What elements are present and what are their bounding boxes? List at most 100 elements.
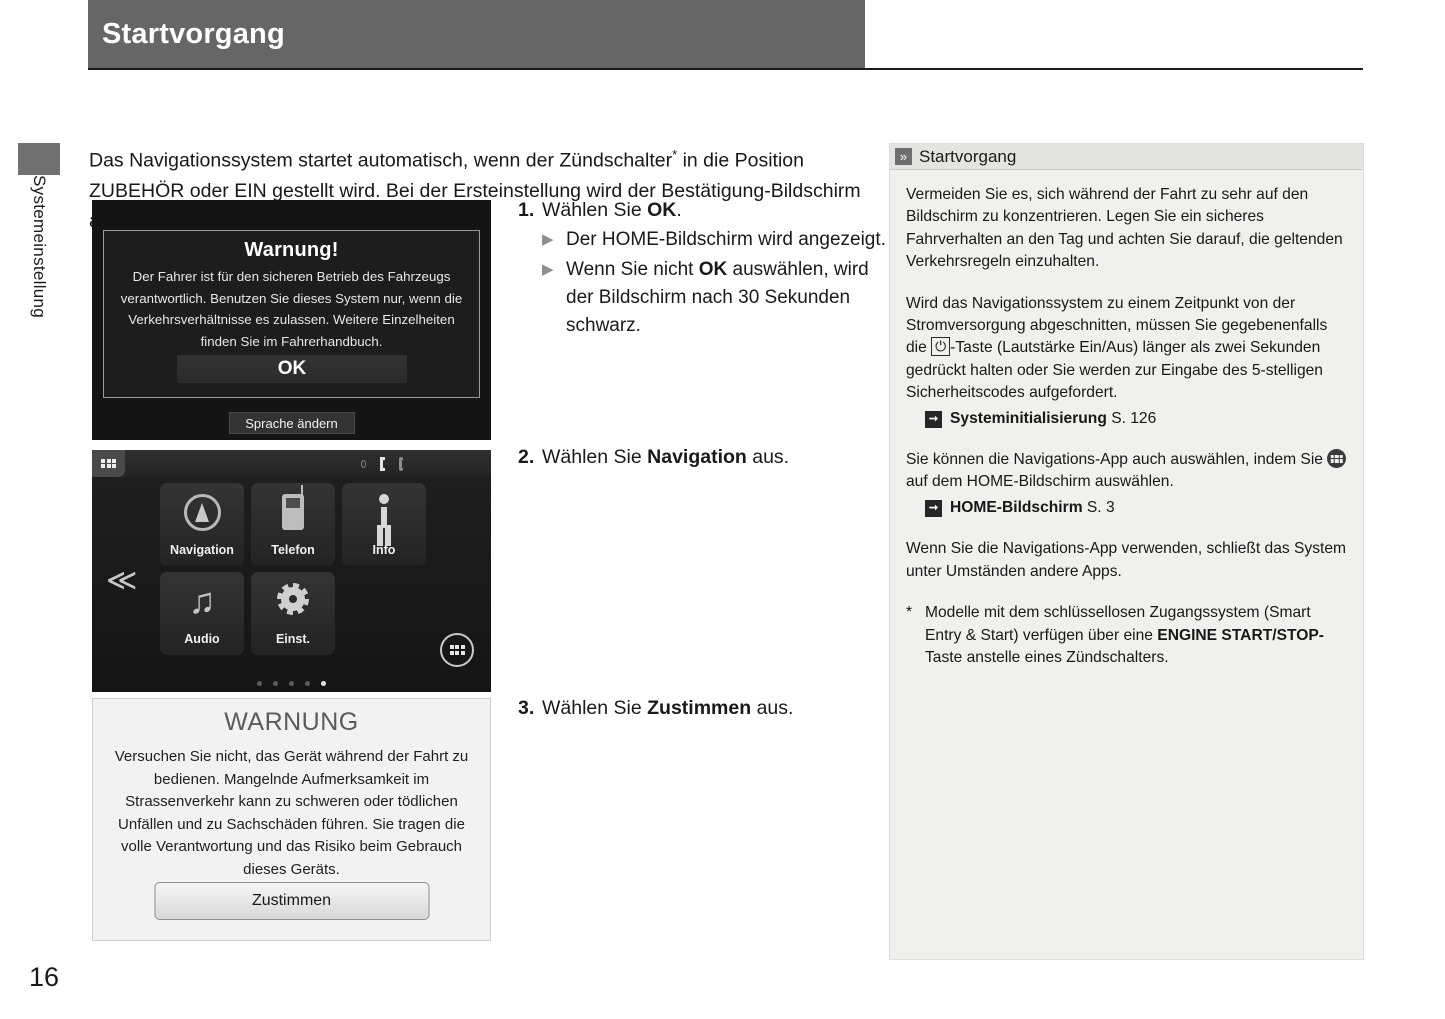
side-panel-body: Vermeiden Sie es, sich während der Fahrt…: [890, 170, 1363, 669]
tile-telefon[interactable]: Telefon: [251, 483, 335, 566]
warning-dialog-title: Warnung!: [244, 239, 339, 261]
page-dot[interactable]: [257, 681, 262, 686]
status-icon-group: [361, 450, 491, 477]
ok-button-label: OK: [277, 358, 307, 379]
page-number: 16: [29, 962, 60, 992]
panel-reference-2-text: HOME-Bildschirm S. 3: [950, 497, 1115, 519]
bluetooth-icon: [398, 456, 404, 471]
step-1-substep-2-bold: OK: [698, 259, 728, 280]
chapter-tab-text: Systemeinstellung: [30, 175, 49, 319]
panel-paragraph-1: Vermeiden Sie es, sich während der Fahrt…: [906, 186, 1343, 271]
tile-einstellungen[interactable]: Einst.: [251, 572, 335, 655]
panel-paragraph-3-post: auf dem HOME-Bildschirm auswählen.: [906, 473, 1174, 491]
panel-footnote: * Modelle mit dem schlüssellosen Zugangs…: [906, 602, 1347, 669]
tile-audio-label: Audio: [184, 632, 220, 646]
panel-reference-2[interactable]: ➞ HOME-Bildschirm S. 3: [925, 497, 1347, 519]
step-2-main: 2. Wählen Sie Navigation aus.: [518, 443, 888, 471]
power-button-icon: [931, 337, 951, 357]
panel-reference-2-page: S. 3: [1082, 498, 1115, 516]
page-dot[interactable]: [273, 681, 278, 686]
intro-line1-a: Das Navigationssystem startet automatisc…: [89, 149, 673, 172]
side-info-panel: » Startvorgang Vermeiden Sie es, sich wä…: [889, 143, 1364, 960]
step-3-text: Wählen Sie Zustimmen aus.: [542, 694, 793, 722]
step-2-text-post: aus.: [746, 446, 790, 468]
home-tile-grid: Navigation Telefon Info ♫ Audio Einst.: [160, 483, 426, 655]
panel-footnote-bold: ENGINE START/STOP-: [1157, 626, 1324, 644]
step-1-text-pre: Wählen Sie: [542, 199, 648, 221]
home-page-dots[interactable]: [92, 681, 491, 686]
chapter-tab-marker: [18, 143, 60, 175]
info-icon: [342, 494, 426, 528]
step-1-substep-1-pre: Der HOME-Bildschirm wird angezeigt.: [566, 229, 886, 250]
step-3: 3. Wählen Sie Zustimmen aus.: [518, 694, 888, 722]
page-dot-active[interactable]: [321, 681, 326, 686]
double-chevron-right-icon: »: [895, 148, 912, 165]
tile-navigation[interactable]: Navigation: [160, 483, 244, 566]
step-2-number: 2.: [518, 446, 535, 468]
panel-reference-1[interactable]: ➞ Systeminitialisierung S. 126: [925, 408, 1347, 430]
apps-grid-icon: [449, 645, 465, 655]
panel-reference-1-text: Systeminitialisierung S. 126: [950, 408, 1156, 430]
panel-paragraph-2-post: -Taste (Lautstärke Ein/Aus) länger als z…: [906, 339, 1323, 402]
tile-info[interactable]: Info: [342, 483, 426, 566]
screenshot-agreement: WARNUNG Versuchen Sie nicht, das Gerät w…: [92, 698, 491, 941]
triangle-bullet-icon: ▶: [542, 231, 554, 248]
step-1-substep-1: ▶ Der HOME-Bildschirm wird angezeigt.: [542, 226, 888, 254]
music-note-icon: ♫: [188, 580, 216, 621]
apps-grid-icon: [1327, 449, 1347, 469]
apps-tab-button[interactable]: [92, 450, 125, 477]
step-1-substep-2-pre: Wenn Sie nicht: [566, 259, 699, 280]
gear-icon: [251, 583, 335, 615]
panel-reference-1-page: S. 126: [1106, 409, 1157, 427]
home-status-bar: [92, 450, 491, 477]
step-1-text: Wählen Sie OK.: [542, 196, 682, 224]
panel-footnote-mark: *: [906, 604, 913, 622]
change-language-button[interactable]: Sprache ändern: [228, 412, 355, 434]
agree-button[interactable]: Zustimmen: [154, 882, 429, 920]
ok-button[interactable]: OK: [177, 355, 407, 383]
tile-navigation-label: Navigation: [170, 543, 234, 557]
step-1-substep-1-text: Der HOME-Bildschirm wird angezeigt.: [566, 226, 886, 254]
panel-paragraph-4: Wenn Sie die Navigations-App verwenden, …: [906, 540, 1347, 580]
agreement-title: WARNUNG: [224, 708, 359, 736]
tile-einstellungen-label: Einst.: [275, 632, 311, 646]
home-tile-row: ♫ Audio Einst.: [160, 572, 426, 655]
step-3-number: 3.: [518, 697, 535, 719]
triangle-bullet-icon: ▶: [542, 261, 554, 278]
reference-arrow-icon: ➞: [925, 410, 942, 428]
panel-footnote-post: Taste anstelle eines Zündschalters.: [925, 648, 1169, 666]
step-1-substep-2-text: Wenn Sie nicht OK auswählen, wird der Bi…: [566, 256, 888, 340]
page-dot[interactable]: [289, 681, 294, 686]
panel-reference-2-title: HOME-Bildschirm: [950, 498, 1083, 516]
screenshot-home-screen: ≪ Navigation Telefon Info ♫ Audio Einst.: [92, 450, 491, 692]
agree-button-label: Zustimmen: [251, 892, 332, 909]
step-2-text: Wählen Sie Navigation aus.: [542, 443, 789, 471]
page-dot[interactable]: [305, 681, 310, 686]
phone-icon: [251, 485, 335, 530]
step-1-number: 1.: [518, 199, 535, 221]
step-2-text-pre: Wählen Sie: [542, 446, 648, 468]
step-3-text-bold: Zustimmen: [647, 697, 752, 719]
step-1-text-bold: OK: [647, 199, 677, 221]
reference-arrow-icon: ➞: [925, 499, 942, 517]
page-header-bar: Startvorgang: [88, 0, 865, 68]
page-title: Startvorgang: [102, 17, 285, 50]
panel-paragraph-2: Wird das Navigationssystem zu einem Zeit…: [906, 293, 1347, 430]
tile-audio[interactable]: ♫ Audio: [160, 572, 244, 655]
header-divider: [88, 68, 1363, 70]
double-chevron-left-icon[interactable]: ≪: [106, 566, 137, 596]
step-2-text-bold: Navigation: [647, 446, 747, 468]
side-panel-title: Startvorgang: [919, 146, 1017, 166]
step-3-text-pre: Wählen Sie: [542, 697, 648, 719]
all-apps-button[interactable]: [440, 633, 474, 667]
warning-dialog-box: Warnung! Der Fahrer ist für den sicheren…: [103, 230, 480, 398]
circle-icon: [361, 459, 366, 468]
step-1-substep-2: ▶ Wenn Sie nicht OK auswählen, wird der …: [542, 256, 888, 340]
tile-info-label: Info: [372, 543, 396, 557]
apps-grid-icon: [101, 458, 116, 469]
screenshot-warning-dialog: Warnung! Der Fahrer ist für den sicheren…: [92, 200, 491, 440]
panel-reference-1-title: Systeminitialisierung: [950, 409, 1107, 427]
warning-dialog-body: Der Fahrer ist für den sicheren Betrieb …: [120, 269, 463, 349]
change-language-label: Sprache ändern: [245, 415, 338, 431]
step-1: 1. Wählen Sie OK. ▶ Der HOME-Bildschirm …: [518, 196, 888, 340]
